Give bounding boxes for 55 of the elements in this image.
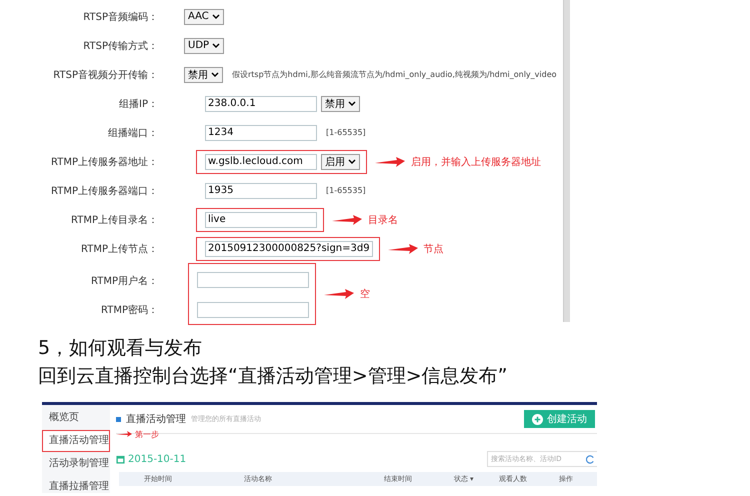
annotation-text: 第一步 <box>135 428 159 440</box>
field-label: RTMP上传目录名： <box>70 214 158 226</box>
caret-icon <box>348 100 356 106</box>
field-label: RTMP上传服务器地址： <box>50 156 158 168</box>
arrow-icon <box>332 214 362 224</box>
input-field[interactable]: 20150912300000825?sign=3d9 <box>205 240 373 256</box>
caret-icon <box>211 72 219 78</box>
field-label: RTSP音视频分开传输： <box>52 68 158 82</box>
annotation-text: 启用，并输入上传服务器地址 <box>411 156 541 168</box>
field-label: 组播端口： <box>107 126 158 140</box>
sidebar-item[interactable]: 活动录制管理 <box>42 453 110 475</box>
input-field[interactable]: 238.0.0.1 <box>205 96 317 112</box>
sidebar-item[interactable]: 概览页 <box>42 407 110 429</box>
caret-icon <box>212 42 220 48</box>
plus-icon <box>532 414 543 424</box>
search-icon <box>586 454 595 464</box>
field-label: RTMP上传服务器端口： <box>50 184 158 198</box>
annotation-text: 目录名 <box>368 214 398 226</box>
date-label: 2015-10-11 <box>128 454 186 464</box>
sidebar-item[interactable]: 直播活动管理 <box>42 430 110 452</box>
input-field[interactable] <box>197 302 309 318</box>
list-icon <box>116 416 121 422</box>
dropdown[interactable]: 禁用 <box>321 96 360 112</box>
hint-text: [1-65535] <box>326 128 366 137</box>
arrow-icon <box>375 156 405 166</box>
field-label: RTMP密码： <box>100 304 158 314</box>
field-label: RTSP音频编码： <box>82 10 158 24</box>
hint-text: 假设rtsp节点为hdmi,那么纯音频流节点为/hdmi_only_audio,纯视频为/hdmi_only_video <box>232 69 557 80</box>
page-title: 直播活动管理 <box>126 412 186 426</box>
input-field[interactable] <box>197 272 309 288</box>
arrow-icon <box>388 244 418 254</box>
arrow-icon <box>324 289 354 299</box>
dropdown[interactable]: UDP <box>184 38 224 54</box>
arrow-icon <box>116 431 132 437</box>
field-label: RTMP用户名： <box>90 274 158 286</box>
annotation-text: 节点 <box>424 242 444 256</box>
calendar-icon <box>116 454 125 464</box>
field-label: RTMP上传节点： <box>80 242 158 256</box>
scrollbar[interactable] <box>563 0 570 322</box>
input-field[interactable]: live <box>205 212 317 228</box>
dropdown[interactable]: AAC <box>184 8 224 24</box>
hint-text: [1-65535] <box>326 186 366 195</box>
instruction-text: 回到云直播控制台选择“直播活动管理>管理>信息发布” <box>38 364 509 389</box>
field-label: 组播IP： <box>118 98 158 110</box>
caret-icon <box>212 14 220 20</box>
input-field[interactable]: 1234 <box>205 124 317 140</box>
caret-icon <box>348 158 356 164</box>
section-heading: 5，如何观看与发布 <box>38 336 204 361</box>
dropdown[interactable]: 启用 <box>321 154 360 170</box>
sidebar-item[interactable]: 直播拉播管理 <box>42 476 110 493</box>
field-label: RTSP传输方式： <box>82 40 158 52</box>
input-field[interactable]: w.gslb.lecloud.com <box>205 154 317 170</box>
input-field[interactable]: 1935 <box>205 182 317 198</box>
dropdown[interactable]: 禁用 <box>184 66 223 82</box>
annotation-text: 空 <box>360 288 370 301</box>
